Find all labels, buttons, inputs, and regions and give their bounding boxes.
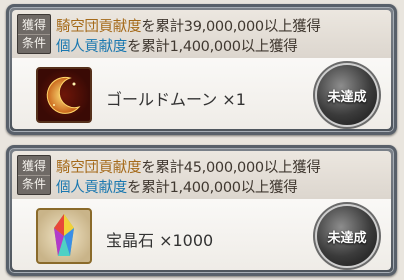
reward-card-1: 獲得 条件 騎空団貢献度を累計39,000,000以上獲得 個人貢献度を累計1,… [6, 4, 397, 135]
acquisition-condition-tag: 獲得 条件 [17, 155, 51, 195]
status-unachieved-button[interactable]: 未達成 [317, 206, 377, 266]
reward-card-2: 獲得 条件 騎空団貢献度を累計45,000,000以上獲得 個人貢献度を累計1,… [6, 145, 397, 276]
crystal-icon [36, 208, 92, 264]
status-unachieved-button[interactable]: 未達成 [317, 65, 377, 125]
reward-item-label: ゴールドムーン ×1 [106, 90, 246, 109]
condition-personal-contribution: 個人貢献度を累計1,400,000以上獲得 [56, 180, 298, 196]
gold-moon-icon [36, 67, 92, 123]
reward-item-label: 宝晶石 ×1000 [106, 231, 214, 250]
reward-condition-header: 獲得 条件 騎空団貢献度を累計39,000,000以上獲得 個人貢献度を累計1,… [12, 10, 391, 58]
reward-item-row: ゴールドムーン ×1 未達成 [12, 58, 391, 129]
condition-crew-contribution: 騎空団貢献度を累計39,000,000以上獲得 [56, 19, 321, 35]
reward-item-row: 宝晶石 ×1000 未達成 [12, 199, 391, 270]
condition-crew-contribution: 騎空団貢献度を累計45,000,000以上獲得 [56, 160, 321, 176]
acquisition-condition-tag: 獲得 条件 [17, 14, 51, 54]
condition-personal-contribution: 個人貢献度を累計1,400,000以上獲得 [56, 39, 298, 55]
reward-condition-header: 獲得 条件 騎空団貢献度を累計45,000,000以上獲得 個人貢献度を累計1,… [12, 151, 391, 199]
